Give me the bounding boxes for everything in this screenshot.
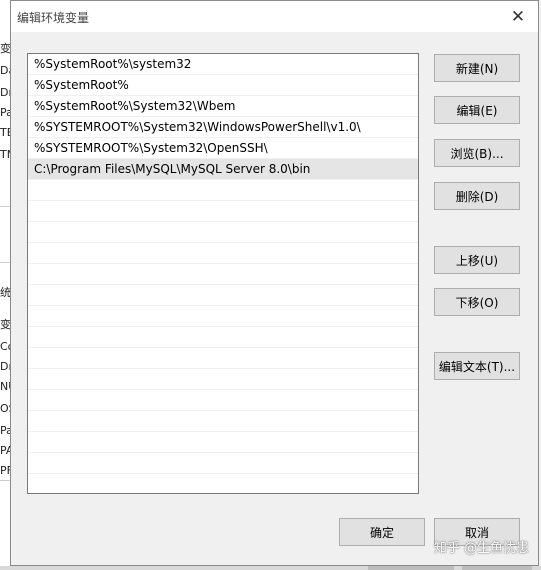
- close-icon[interactable]: ✕: [498, 1, 538, 32]
- move-up-button[interactable]: 上移(U): [434, 246, 520, 274]
- ok-button[interactable]: 确定: [339, 518, 425, 546]
- path-list[interactable]: %SystemRoot%\system32 %SystemRoot% %System…: [27, 53, 419, 494]
- background-divider: [0, 480, 10, 481]
- path-list-empty-row[interactable]: [28, 306, 418, 327]
- path-list-empty-row[interactable]: [28, 348, 418, 369]
- path-list-item[interactable]: %SYSTEMROOT%\System32\WindowsPowerShell\…: [28, 117, 418, 138]
- path-list-item[interactable]: %SystemRoot%\System32\Wbem: [28, 96, 418, 117]
- path-list-empty-row[interactable]: [28, 411, 418, 432]
- path-list-empty-row[interactable]: [28, 474, 418, 493]
- new-button[interactable]: 新建(N): [434, 54, 520, 82]
- bottom-edge: [0, 566, 541, 570]
- path-list-empty-row[interactable]: [28, 390, 418, 411]
- path-list-empty-row[interactable]: [28, 180, 418, 201]
- path-list-empty-row[interactable]: [28, 222, 418, 243]
- edit-button[interactable]: 编辑(E): [434, 96, 520, 124]
- path-list-empty-row[interactable]: [28, 369, 418, 390]
- path-list-item[interactable]: C:\Program Files\MySQL\MySQL Server 8.0\…: [28, 159, 418, 180]
- edit-env-var-dialog: 编辑环境变量 ✕ %SystemRoot%\system32 %SystemRoo…: [10, 0, 539, 566]
- path-list-empty-row[interactable]: [28, 285, 418, 306]
- watermark: 知乎 @生鱼忧患: [433, 541, 529, 556]
- browse-button[interactable]: 浏览(B)...: [434, 139, 520, 167]
- path-list-empty-row[interactable]: [28, 264, 418, 285]
- path-list-empty-row[interactable]: [28, 243, 418, 264]
- path-list-empty-row[interactable]: [28, 453, 418, 474]
- delete-button[interactable]: 删除(D): [434, 182, 520, 210]
- move-down-button[interactable]: 下移(O): [434, 288, 520, 316]
- dialog-title: 编辑环境变量: [17, 11, 90, 25]
- edit-text-button[interactable]: 编辑文本(T)...: [434, 352, 520, 380]
- path-list-item[interactable]: %SystemRoot%\system32: [28, 54, 418, 75]
- path-list-empty-row[interactable]: [28, 432, 418, 453]
- title-bar: 编辑环境变量 ✕: [11, 1, 538, 32]
- background-divider: [0, 206, 10, 207]
- path-list-empty-row[interactable]: [28, 327, 418, 348]
- background-divider: [0, 262, 10, 263]
- path-list-empty-row[interactable]: [28, 201, 418, 222]
- path-list-item[interactable]: %SystemRoot%: [28, 75, 418, 96]
- path-list-item[interactable]: %SYSTEMROOT%\System32\OpenSSH\: [28, 138, 418, 159]
